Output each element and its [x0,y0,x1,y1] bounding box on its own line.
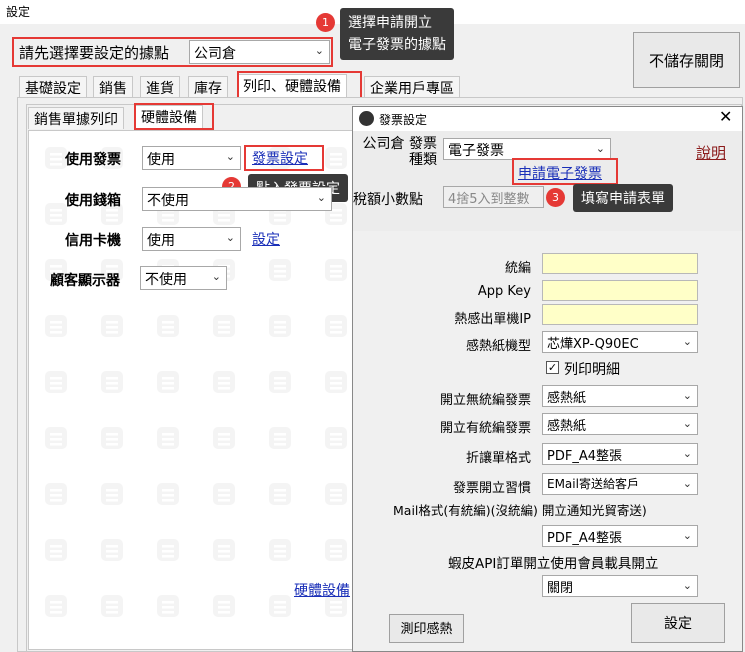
drawer-label: 使用錢箱 [65,193,121,209]
invoice-settings-link[interactable]: 發票設定 [252,148,308,168]
tab-basic[interactable]: 基礎設定 [19,76,87,98]
chevron-down-icon: ⌄ [316,191,326,204]
callout-1-badge: 1 [316,13,335,32]
print-detail-checkbox[interactable]: ✓ [546,361,559,374]
paper-model-label: 感熱紙機型 [465,339,531,354]
app-key-label: App Key [477,284,531,299]
tab-enterprise[interactable]: 企業用戶專區 [364,76,460,98]
issue-habit-label: 發票開立習慣 [452,481,531,496]
tab-purchase[interactable]: 進貨 [140,76,180,98]
tax-id-input[interactable] [542,253,698,274]
chevron-down-icon: ⌄ [211,270,221,283]
printer-ip-input[interactable] [542,304,698,325]
no-save-close-button[interactable]: 不儲存關閉 [633,32,740,88]
card-settings-link[interactable]: 設定 [252,229,280,249]
display-select[interactable]: 不使用 ⌄ [140,266,227,290]
chevron-down-icon: ⌄ [682,447,692,460]
tax-id-label: 統編 [504,261,531,276]
help-link[interactable]: 說明 [696,142,726,163]
dialog-title: 發票設定 [379,113,428,127]
no-tax-id-select[interactable]: 感熱紙 ⌄ [542,385,698,407]
chevron-down-icon: ⌄ [682,335,692,348]
invoice-select[interactable]: 使用 ⌄ [142,146,241,170]
close-icon[interactable]: ✕ [719,107,732,126]
location-select[interactable]: 公司倉 ⌄ [189,40,330,64]
callout-1-line-2: 電子發票的據點 [348,37,446,53]
tab-inventory[interactable]: 庫存 [188,76,228,98]
invoice-type-label: 公司倉 發票種類 [362,136,437,168]
callout-1-line-1: 選擇申請開立 [348,15,432,31]
card-select[interactable]: 使用 ⌄ [142,227,241,251]
subtab-print[interactable]: 銷售單據列印 [28,107,124,129]
mail-format-select[interactable]: PDF_A4整張 ⌄ [542,525,698,547]
display-label: 顧客顯示器 [50,273,120,289]
location-label: 請先選擇要設定的據點 [19,44,170,62]
chevron-down-icon: ⌄ [682,389,692,402]
discount-format-select[interactable]: PDF_A4整張 ⌄ [542,443,698,465]
chevron-down-icon: ⌄ [682,477,692,490]
shopee-api-label: 蝦皮API訂單開立使用會員載具開立 [448,556,659,572]
with-tax-id-select[interactable]: 感熱紙 ⌄ [542,413,698,435]
shopee-api-select[interactable]: 關閉 ⌄ [542,575,698,597]
tab-highlight [237,71,362,99]
chevron-down-icon: ⌄ [314,44,324,57]
invoice-type-select[interactable]: 電子發票 ⌄ [443,138,611,160]
set-button[interactable]: 設定 [631,603,725,643]
callout-3-badge: 3 [546,188,565,207]
test-print-button[interactable]: 測印感熱 [389,614,464,643]
mail-format-label: Mail格式(有統編)(沒統編) 開立通知光貿寄送) [393,503,647,518]
chevron-down-icon: ⌄ [682,579,692,592]
print-detail-label: 列印明細 [564,362,620,378]
callout-3-tip: 填寫申請表單 [573,184,673,212]
subtab-highlight [134,103,214,130]
hardware-footer-link[interactable]: 硬體設備 [294,580,351,600]
chevron-down-icon: ⌄ [225,150,235,163]
chevron-down-icon: ⌄ [682,529,692,542]
paper-model-select[interactable]: 芯燁XP-Q90EC ⌄ [542,331,698,353]
app-icon [359,111,374,126]
drawer-select[interactable]: 不使用 ⌄ [142,187,332,211]
tab-sales[interactable]: 銷售 [93,76,133,98]
callout-1-tip: 選擇申請開立 電子發票的據點 [340,8,454,60]
invoice-label: 使用發票 [65,152,121,168]
printer-ip-label: 熱感出單機IP [454,312,531,327]
chevron-down-icon: ⌄ [682,417,692,430]
discount-format-label: 折讓單格式 [465,451,531,466]
invoice-settings-dialog: 發票設定 ✕ 公司倉 發票種類 電子發票 ⌄ 說明 申請電子發票 稅額小數點 4… [352,106,743,652]
app-key-input[interactable] [542,280,698,301]
apply-einvoice-link[interactable]: 申請電子發票 [518,163,602,183]
tax-decimal-label: 稅額小數點 [353,192,423,208]
chevron-down-icon: ⌄ [595,142,605,155]
card-label: 信用卡機 [65,233,121,249]
issue-habit-select[interactable]: EMail寄送給客戶 ⌄ [542,473,698,495]
chevron-down-icon: ⌄ [225,231,235,244]
with-tax-id-label: 開立有統編發票 [439,421,531,436]
no-tax-id-label: 開立無統編發票 [439,393,531,408]
tax-decimal-select[interactable]: 4捨5入到整數 [443,186,544,208]
